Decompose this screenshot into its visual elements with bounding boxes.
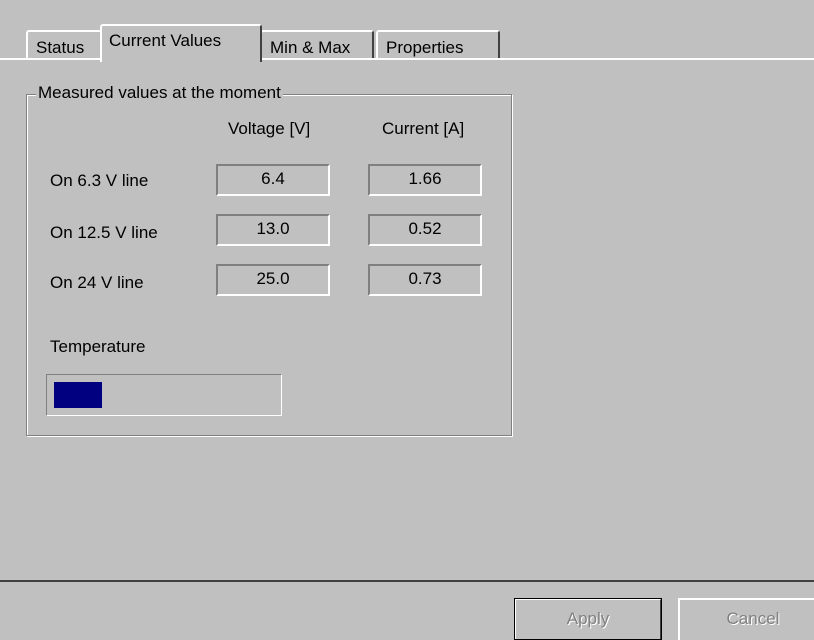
voltage-6-3v-field: 6.4: [216, 164, 330, 196]
tab-min-max[interactable]: Min & Max: [260, 30, 374, 60]
current-24v-field: 0.73: [368, 264, 482, 296]
voltage-column-header: Voltage [V]: [228, 119, 311, 138]
tab-current-values[interactable]: Current Values: [100, 24, 262, 62]
row-label-12-5v: On 12.5 V line: [50, 223, 158, 242]
cancel-button[interactable]: Cancel: [678, 598, 814, 640]
apply-button[interactable]: Apply: [514, 598, 662, 640]
voltage-12-5v-field: 13.0: [216, 214, 330, 246]
temperature-progress-fill: [54, 382, 102, 408]
tab-status[interactable]: Status: [26, 30, 102, 60]
row-label-24v: On 24 V line: [50, 273, 144, 292]
current-column-header: Current [A]: [382, 119, 465, 138]
current-6-3v-field: 1.66: [368, 164, 482, 196]
group-title: Measured values at the moment: [36, 82, 283, 104]
temperature-label: Temperature: [50, 337, 146, 356]
voltage-24v-field: 25.0: [216, 264, 330, 296]
temperature-progress-bar: [46, 374, 282, 416]
tab-properties[interactable]: Properties: [376, 30, 500, 60]
current-12-5v-field: 0.52: [368, 214, 482, 246]
row-label-6-3v: On 6.3 V line: [50, 171, 149, 190]
